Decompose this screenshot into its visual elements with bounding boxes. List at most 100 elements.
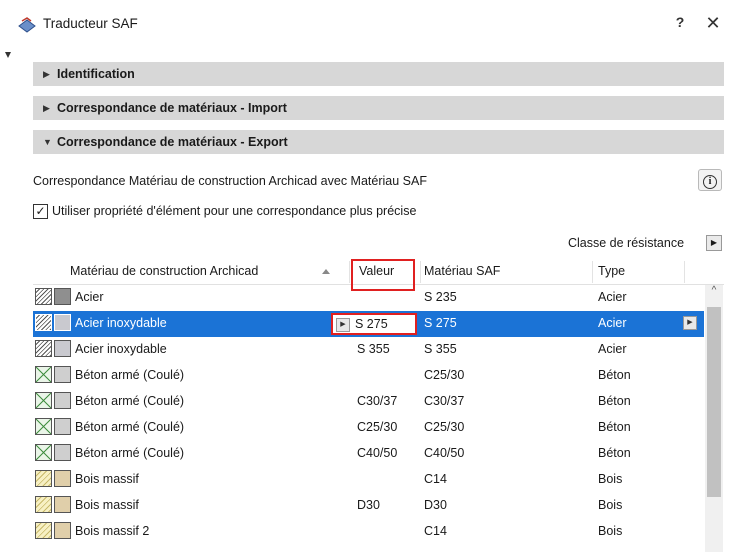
- cell-type[interactable]: Béton: [598, 368, 631, 382]
- title-bar: Traducteur SAF ? ✕: [0, 0, 735, 50]
- cell-material: Bois massif: [75, 472, 139, 486]
- export-description: Correspondance Matériau de construction …: [33, 174, 427, 188]
- window-title: Traducteur SAF: [43, 16, 138, 31]
- collapse-arrow-icon: ▼: [43, 137, 52, 147]
- cell-value[interactable]: C40/50: [357, 446, 397, 460]
- concrete-fill-swatch-icon: [54, 418, 71, 435]
- cell-material: Acier inoxydable: [75, 342, 167, 356]
- wood-hatch-swatch-icon: [35, 522, 52, 539]
- table-row[interactable]: Béton armé (Coulé) C25/30 C25/30 Béton: [33, 415, 704, 441]
- cell-type[interactable]: Bois: [598, 472, 622, 486]
- cell-type[interactable]: Acier: [598, 342, 626, 356]
- table-row[interactable]: Acier inoxydable S 355 S 355 Acier: [33, 337, 704, 363]
- steel-fill-swatch-icon: [54, 288, 71, 305]
- cell-value[interactable]: S 275: [355, 317, 388, 331]
- cell-material: Acier inoxydable: [75, 316, 167, 330]
- cell-type[interactable]: Béton: [598, 394, 631, 408]
- cell-saf-material[interactable]: C25/30: [424, 368, 464, 382]
- value-input-highlight[interactable]: ▶ S 275: [331, 313, 417, 335]
- info-button[interactable]: i: [698, 169, 722, 191]
- section-identification[interactable]: ▶ Identification: [33, 62, 724, 86]
- steel-hatch-swatch-icon: [35, 340, 52, 357]
- value-dropdown-arrow-icon[interactable]: ▶: [336, 318, 350, 332]
- cell-saf-material[interactable]: S 275: [424, 316, 457, 330]
- scroll-thumb[interactable]: [707, 307, 721, 497]
- sort-ascending-icon[interactable]: [322, 269, 330, 274]
- concrete-fill-swatch-icon: [54, 444, 71, 461]
- cell-value[interactable]: S 355: [357, 342, 390, 356]
- header-material[interactable]: Matériau de construction Archicad: [70, 264, 258, 278]
- steel-hatch-swatch-icon: [35, 314, 52, 331]
- table-row[interactable]: Acier inoxydable ▶ S 275 S 275 Acier ▶: [33, 311, 704, 337]
- expand-arrow-icon: ▶: [43, 103, 50, 113]
- concrete-hatch-swatch-icon: [35, 392, 52, 409]
- resistance-class-label: Classe de résistance: [568, 236, 685, 250]
- header-separator: [684, 261, 685, 283]
- property-mapping-checkbox[interactable]: ✓: [33, 204, 48, 219]
- info-icon: i: [703, 175, 717, 189]
- cell-material: Bois massif 2: [75, 524, 150, 538]
- cell-saf-material[interactable]: C40/50: [424, 446, 464, 460]
- close-button[interactable]: ✕: [702, 12, 724, 34]
- table-row[interactable]: Béton armé (Coulé) C25/30 Béton: [33, 363, 704, 389]
- vertical-scrollbar[interactable]: ^: [705, 285, 723, 552]
- header-type[interactable]: Type: [598, 264, 625, 278]
- cell-value[interactable]: C30/37: [357, 394, 397, 408]
- cell-saf-material[interactable]: C14: [424, 472, 447, 486]
- cell-material: Béton armé (Coulé): [75, 368, 185, 382]
- header-separator: [420, 261, 421, 283]
- cell-type[interactable]: Acier: [598, 316, 626, 330]
- section-label: Correspondance de matériaux - Export: [57, 135, 288, 149]
- section-label: Identification: [57, 67, 135, 81]
- value-header-highlight: [351, 259, 415, 291]
- cell-saf-material[interactable]: C30/37: [424, 394, 464, 408]
- scroll-up-icon[interactable]: ^: [708, 285, 720, 299]
- section-material-import[interactable]: ▶ Correspondance de matériaux - Import: [33, 96, 724, 120]
- cell-type[interactable]: Béton: [598, 420, 631, 434]
- expand-arrow-icon: ▶: [43, 69, 50, 79]
- side-collapse-marker: [5, 52, 11, 58]
- header-saf-material[interactable]: Matériau SAF: [424, 264, 500, 278]
- help-button[interactable]: ?: [672, 14, 688, 34]
- concrete-fill-swatch-icon: [54, 366, 71, 383]
- wood-fill-swatch-icon: [54, 522, 71, 539]
- cell-material: Acier: [75, 290, 104, 304]
- saf-translator-icon: [18, 17, 36, 33]
- material-mapping-table: Matériau de construction Archicad Valeur…: [33, 259, 724, 552]
- cell-saf-material[interactable]: S 355: [424, 342, 457, 356]
- header-separator: [592, 261, 593, 283]
- section-material-export[interactable]: ▼ Correspondance de matériaux - Export: [33, 130, 724, 154]
- wood-hatch-swatch-icon: [35, 470, 52, 487]
- resistance-class-arrow-button[interactable]: ▶: [706, 235, 722, 251]
- wood-hatch-swatch-icon: [35, 496, 52, 513]
- cell-type[interactable]: Bois: [598, 524, 622, 538]
- cell-type[interactable]: Acier: [598, 290, 626, 304]
- table-row[interactable]: Béton armé (Coulé) C30/37 C30/37 Béton: [33, 389, 704, 415]
- concrete-fill-swatch-icon: [54, 392, 71, 409]
- header-separator: [349, 261, 350, 283]
- cell-type[interactable]: Béton: [598, 446, 631, 460]
- table-row[interactable]: Bois massif 2 C14 Bois: [33, 519, 704, 545]
- concrete-hatch-swatch-icon: [35, 418, 52, 435]
- steel-hatch-swatch-icon: [35, 288, 52, 305]
- cell-saf-material[interactable]: D30: [424, 498, 447, 512]
- stainless-fill-swatch-icon: [54, 340, 71, 357]
- cell-material: Béton armé (Coulé): [75, 394, 185, 408]
- cell-saf-material[interactable]: C25/30: [424, 420, 464, 434]
- cell-value[interactable]: C25/30: [357, 420, 397, 434]
- table-row[interactable]: Béton armé (Coulé) C40/50 C40/50 Béton: [33, 441, 704, 467]
- wood-fill-swatch-icon: [54, 470, 71, 487]
- cell-material: Béton armé (Coulé): [75, 446, 185, 460]
- section-label: Correspondance de matériaux - Import: [57, 101, 287, 115]
- property-mapping-label: Utiliser propriété d'élément pour une co…: [52, 204, 417, 218]
- wood-fill-swatch-icon: [54, 496, 71, 513]
- cell-material: Bois massif: [75, 498, 139, 512]
- table-row[interactable]: Bois massif C14 Bois: [33, 467, 704, 493]
- cell-saf-material[interactable]: S 235: [424, 290, 457, 304]
- table-row[interactable]: Bois massif D30 D30 Bois: [33, 493, 704, 519]
- cell-value[interactable]: D30: [357, 498, 380, 512]
- type-dropdown-arrow-icon[interactable]: ▶: [683, 316, 697, 330]
- cell-saf-material[interactable]: C14: [424, 524, 447, 538]
- concrete-hatch-swatch-icon: [35, 366, 52, 383]
- cell-type[interactable]: Bois: [598, 498, 622, 512]
